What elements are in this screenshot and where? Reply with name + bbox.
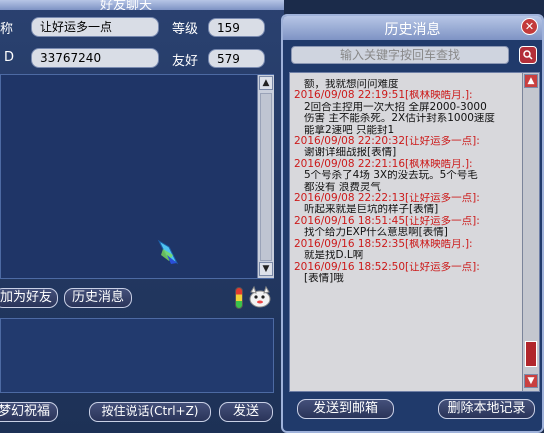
chat-title: 好友聊天 — [100, 0, 153, 10]
history-search-input[interactable]: 输入关键字按回车查找 — [291, 46, 509, 64]
nickname-label: 称 — [0, 22, 14, 37]
history-message-header: 2016/09/08 22:21:16[枫林映皓月.]: — [294, 158, 473, 170]
history-panel: 历史消息 ✕ 输入关键字按回车查找 额，我就想问问难度 2016/09/08 22… — [281, 14, 544, 433]
history-message-text: 5个号杀了4场 3X的没去玩。5个号毛 — [304, 170, 478, 182]
history-message-text: 谢谢详细战报[表情] — [304, 147, 397, 159]
message-pane: ▲ ▼ — [0, 74, 274, 279]
scroll-up-arrow-icon[interactable]: ▲ — [259, 76, 273, 90]
level-field: 159 — [208, 18, 265, 37]
history-message-header: 2016/09/08 22:20:32[让好运多一点]: — [294, 136, 480, 148]
send-button[interactable]: 发送 — [219, 402, 273, 422]
blessing-button[interactable]: 梦幻祝福 — [0, 402, 58, 422]
history-message-header: 2016/09/16 18:51:45[让好运多一点]: — [294, 215, 480, 227]
history-message-header: 2016/09/16 18:52:35[枫林映皓月.]: — [294, 238, 473, 250]
id-label: D — [4, 50, 15, 65]
pet-icon[interactable] — [248, 285, 272, 309]
delete-local-records-button[interactable]: 删除本地记录 — [438, 399, 535, 419]
chat-title-bar[interactable]: 好友聊天 — [0, 0, 284, 10]
history-message-text: 额，我就想问问难度 — [304, 79, 399, 90]
history-log: 额，我就想问问难度 2016/09/08 22:19:51[枫林映皓月.]: 2回合… — [289, 72, 540, 392]
history-scroll-thumb[interactable] — [525, 341, 537, 367]
scroll-thumb[interactable] — [260, 93, 272, 261]
chat-window: 好友聊天 称 让好运多一点 等级 159 D 33767240 友好 579 ▲… — [0, 0, 284, 433]
add-friend-button[interactable]: 加为好友 — [0, 288, 58, 308]
push-to-talk-button[interactable]: 按住说话(Ctrl+Z) — [89, 402, 211, 422]
search-icon[interactable] — [519, 46, 537, 64]
history-messages: 额，我就想问问难度 2016/09/08 22:19:51[枫林映皓月.]: 2回合… — [294, 79, 520, 284]
traffic-light-icon — [235, 287, 243, 309]
history-title-bar[interactable]: 历史消息 — [283, 16, 542, 40]
history-button[interactable]: 历史消息 — [64, 288, 132, 308]
history-message-header: 2016/09/16 18:52:50[让好运多一点]: — [294, 261, 480, 273]
history-message-header: 2016/09/08 22:19:51[枫林映皓月.]: — [294, 90, 473, 102]
nickname-field: 让好运多一点 — [31, 17, 159, 37]
history-message-text: 就是找D.L啊 — [304, 250, 364, 262]
history-message-text: 2回合主控用一次大招 全屏2000-3000 — [304, 101, 487, 113]
scroll-down-arrow-icon[interactable]: ▼ — [259, 262, 273, 276]
history-message-text: 听起来就是巨坑的样子[表情] — [304, 204, 439, 216]
friendship-label: 友好 — [172, 54, 199, 69]
history-message-text: 找个给力EXP什么意思啊[表情] — [304, 227, 448, 239]
crystal-icon — [157, 239, 179, 265]
message-input[interactable] — [0, 318, 274, 393]
history-message-text: 伤害 主不能杀死。2X估计封系1000速度 — [304, 113, 495, 125]
history-message-text: [表情]哦 — [304, 272, 344, 284]
history-title: 历史消息 — [384, 22, 441, 38]
history-scroll-up-icon[interactable]: ▲ — [524, 74, 538, 88]
history-scrollbar[interactable]: ▲ ▼ — [522, 73, 539, 391]
friendship-field: 579 — [208, 49, 265, 68]
history-scroll-down-icon[interactable]: ▼ — [524, 374, 538, 388]
close-icon[interactable]: ✕ — [521, 18, 538, 35]
id-field: 33767240 — [31, 48, 159, 68]
message-scrollbar[interactable]: ▲ ▼ — [257, 75, 274, 278]
history-message-header: 2016/09/08 22:22:13[让好运多一点]: — [294, 193, 480, 205]
level-label: 等级 — [172, 22, 199, 37]
history-message-text: 都没有 浪费灵气 — [304, 181, 381, 193]
send-to-mail-button[interactable]: 发送到邮箱 — [297, 399, 394, 419]
history-message-text: 能拿2速吧 只能封1 — [304, 124, 395, 136]
